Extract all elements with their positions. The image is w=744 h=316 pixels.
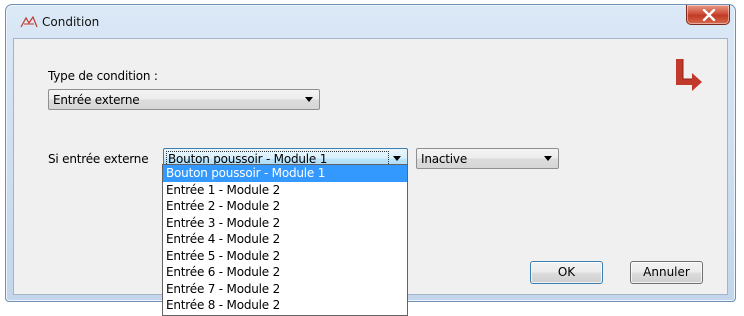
state-value: Inactive xyxy=(421,152,468,166)
dropdown-item[interactable]: Entrée 2 - Module 2 xyxy=(163,198,407,215)
window-title: Condition xyxy=(42,15,100,29)
dropdown-item[interactable]: Entrée 8 - Module 2 xyxy=(163,297,407,314)
external-input-dropdown-list[interactable]: Bouton poussoir - Module 1 Entrée 1 - Mo… xyxy=(162,164,408,316)
state-select[interactable]: Inactive xyxy=(416,148,559,169)
external-input-label: Si entrée externe xyxy=(48,152,149,166)
dropdown-item[interactable]: Entrée 7 - Module 2 xyxy=(163,281,407,298)
dropdown-item[interactable]: Entrée 6 - Module 2 xyxy=(163,264,407,281)
chevron-down-icon xyxy=(544,156,552,161)
ok-button[interactable]: OK xyxy=(530,261,603,284)
brand-arrow-logo-icon xyxy=(670,55,706,91)
condition-type-value: Entrée externe xyxy=(53,93,140,107)
dropdown-item[interactable]: Bouton poussoir - Module 1 xyxy=(163,165,407,182)
chevron-down-icon xyxy=(305,97,313,102)
condition-type-select[interactable]: Entrée externe xyxy=(48,89,320,110)
cancel-button[interactable]: Annuler xyxy=(630,261,703,284)
condition-type-label: Type de condition : xyxy=(48,69,158,83)
close-button[interactable] xyxy=(686,5,730,25)
chevron-down-icon xyxy=(393,156,401,161)
dropdown-item[interactable]: Entrée 5 - Module 2 xyxy=(163,248,407,265)
condition-icon xyxy=(20,15,38,29)
dropdown-item[interactable]: Entrée 3 - Module 2 xyxy=(163,215,407,232)
dropdown-item[interactable]: Entrée 4 - Module 2 xyxy=(163,231,407,248)
title-bar[interactable]: Condition xyxy=(6,5,735,38)
dropdown-item[interactable]: Entrée 1 - Module 2 xyxy=(163,182,407,199)
close-icon xyxy=(702,9,716,21)
